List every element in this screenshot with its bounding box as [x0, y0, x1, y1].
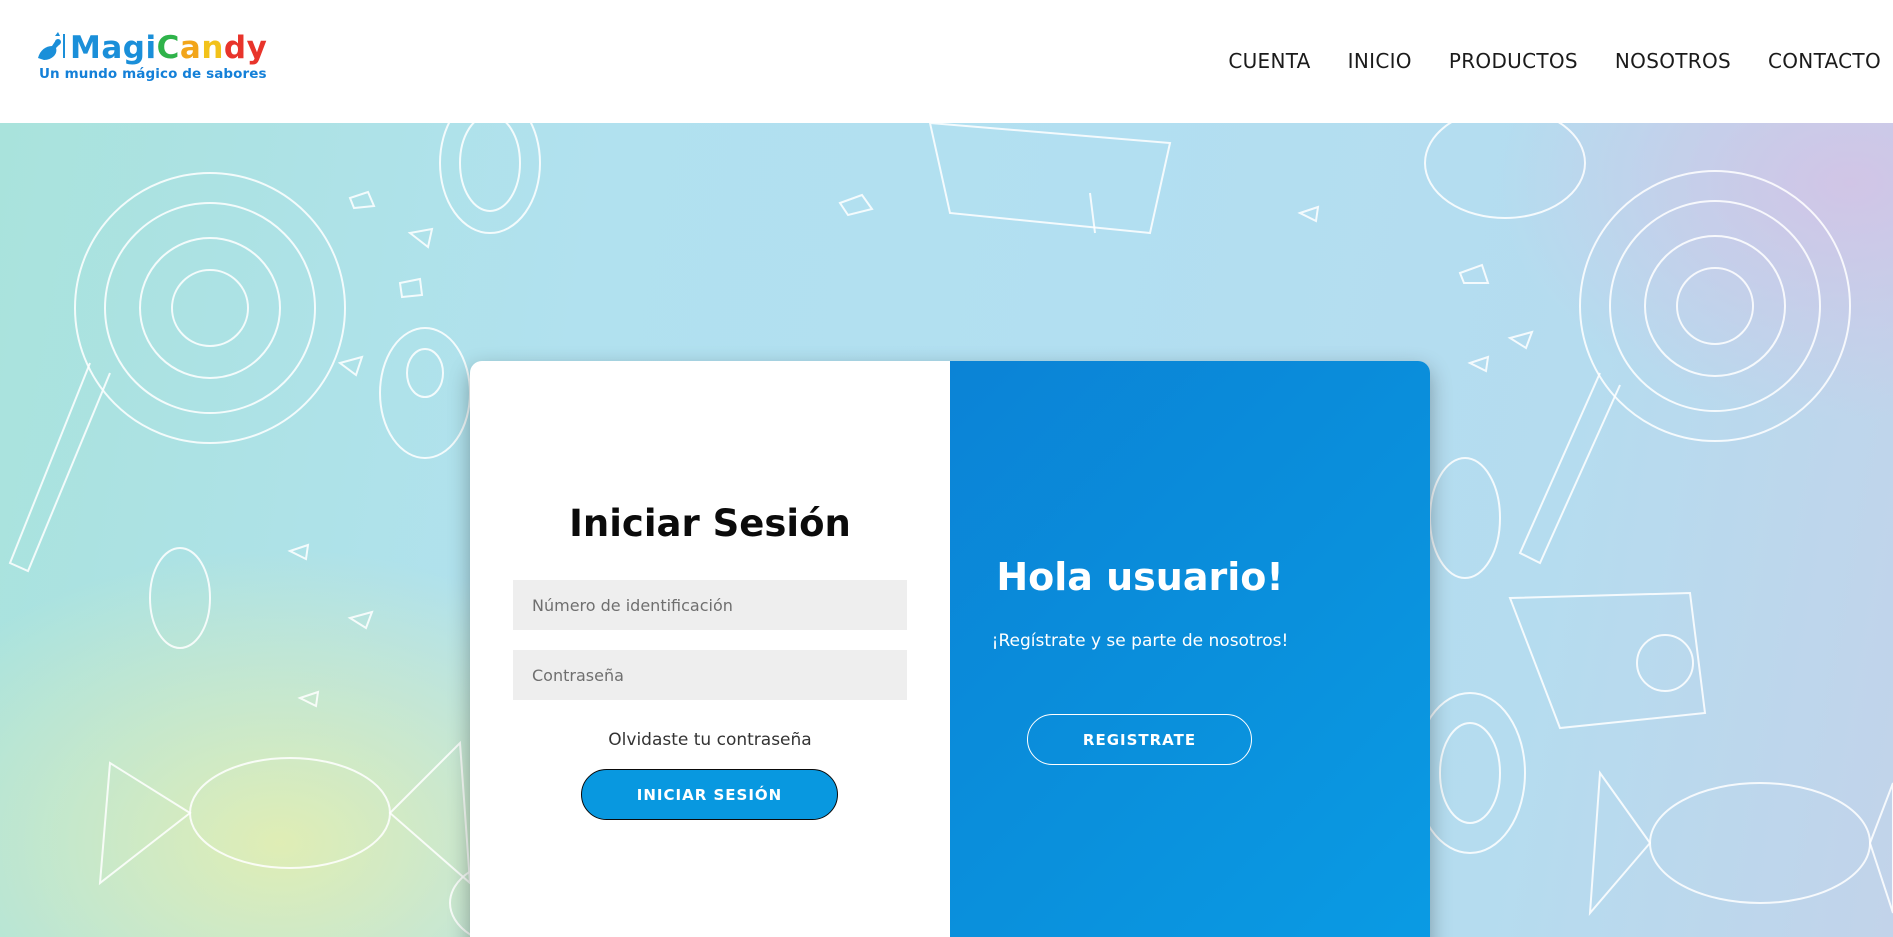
candy-icon: [38, 32, 65, 60]
brand-letter: a: [179, 30, 202, 66]
brand-name: MagiCandy: [70, 28, 267, 68]
brand-letter: n: [201, 30, 224, 66]
nav-item-nosotros[interactable]: NOSOTROS: [1615, 47, 1731, 77]
main-nav: CUENTA INICIO PRODUCTOS NOSOTROS CONTACT…: [1191, 47, 1893, 77]
nav-item-cuenta[interactable]: CUENTA: [1228, 47, 1310, 77]
login-panel: Iniciar Sesión Olvidaste tu contraseña I…: [470, 361, 950, 937]
lollipop-doodle: [8, 172, 346, 573]
site-header: MagiCandy Un mundo mágico de sabores CUE…: [0, 0, 1893, 123]
lollipop-doodle: [1518, 170, 1851, 565]
wrapped-candy-doodle: [1588, 770, 1893, 916]
brand-letter: g: [122, 30, 146, 66]
password-input[interactable]: [513, 650, 907, 700]
login-title: Iniciar Sesión: [569, 502, 851, 545]
nav-item-inicio[interactable]: INICIO: [1348, 47, 1412, 77]
register-subtitle: ¡Regístrate y se parte de nosotros!: [991, 631, 1289, 651]
hero-background: Iniciar Sesión Olvidaste tu contraseña I…: [0, 123, 1893, 937]
brand-letter: i: [145, 30, 157, 66]
register-title: Hola usuario!: [996, 555, 1284, 599]
brand-letter: a: [101, 30, 123, 66]
nav-item-productos[interactable]: PRODUCTOS: [1449, 47, 1578, 77]
id-number-input[interactable]: [513, 580, 907, 630]
register-button[interactable]: REGISTRATE: [1027, 714, 1252, 765]
nav-item-contacto[interactable]: CONTACTO: [1768, 47, 1881, 77]
brand-letter: d: [223, 30, 247, 66]
magicandy-logo[interactable]: MagiCandy Un mundo mágico de sabores: [36, 30, 267, 88]
brand-letter: C: [156, 30, 180, 66]
login-button[interactable]: INICIAR SESIÓN: [581, 769, 838, 820]
brand-tagline: Un mundo mágico de sabores: [39, 66, 267, 82]
auth-card: Iniciar Sesión Olvidaste tu contraseña I…: [470, 361, 1430, 937]
brand-letter: y: [246, 30, 268, 66]
wrapped-candy-doodle: [98, 740, 472, 886]
forgot-password-link[interactable]: Olvidaste tu contraseña: [470, 730, 950, 750]
brand-letter: M: [70, 30, 102, 66]
register-panel: Hola usuario! ¡Regístrate y se parte de …: [950, 361, 1430, 937]
